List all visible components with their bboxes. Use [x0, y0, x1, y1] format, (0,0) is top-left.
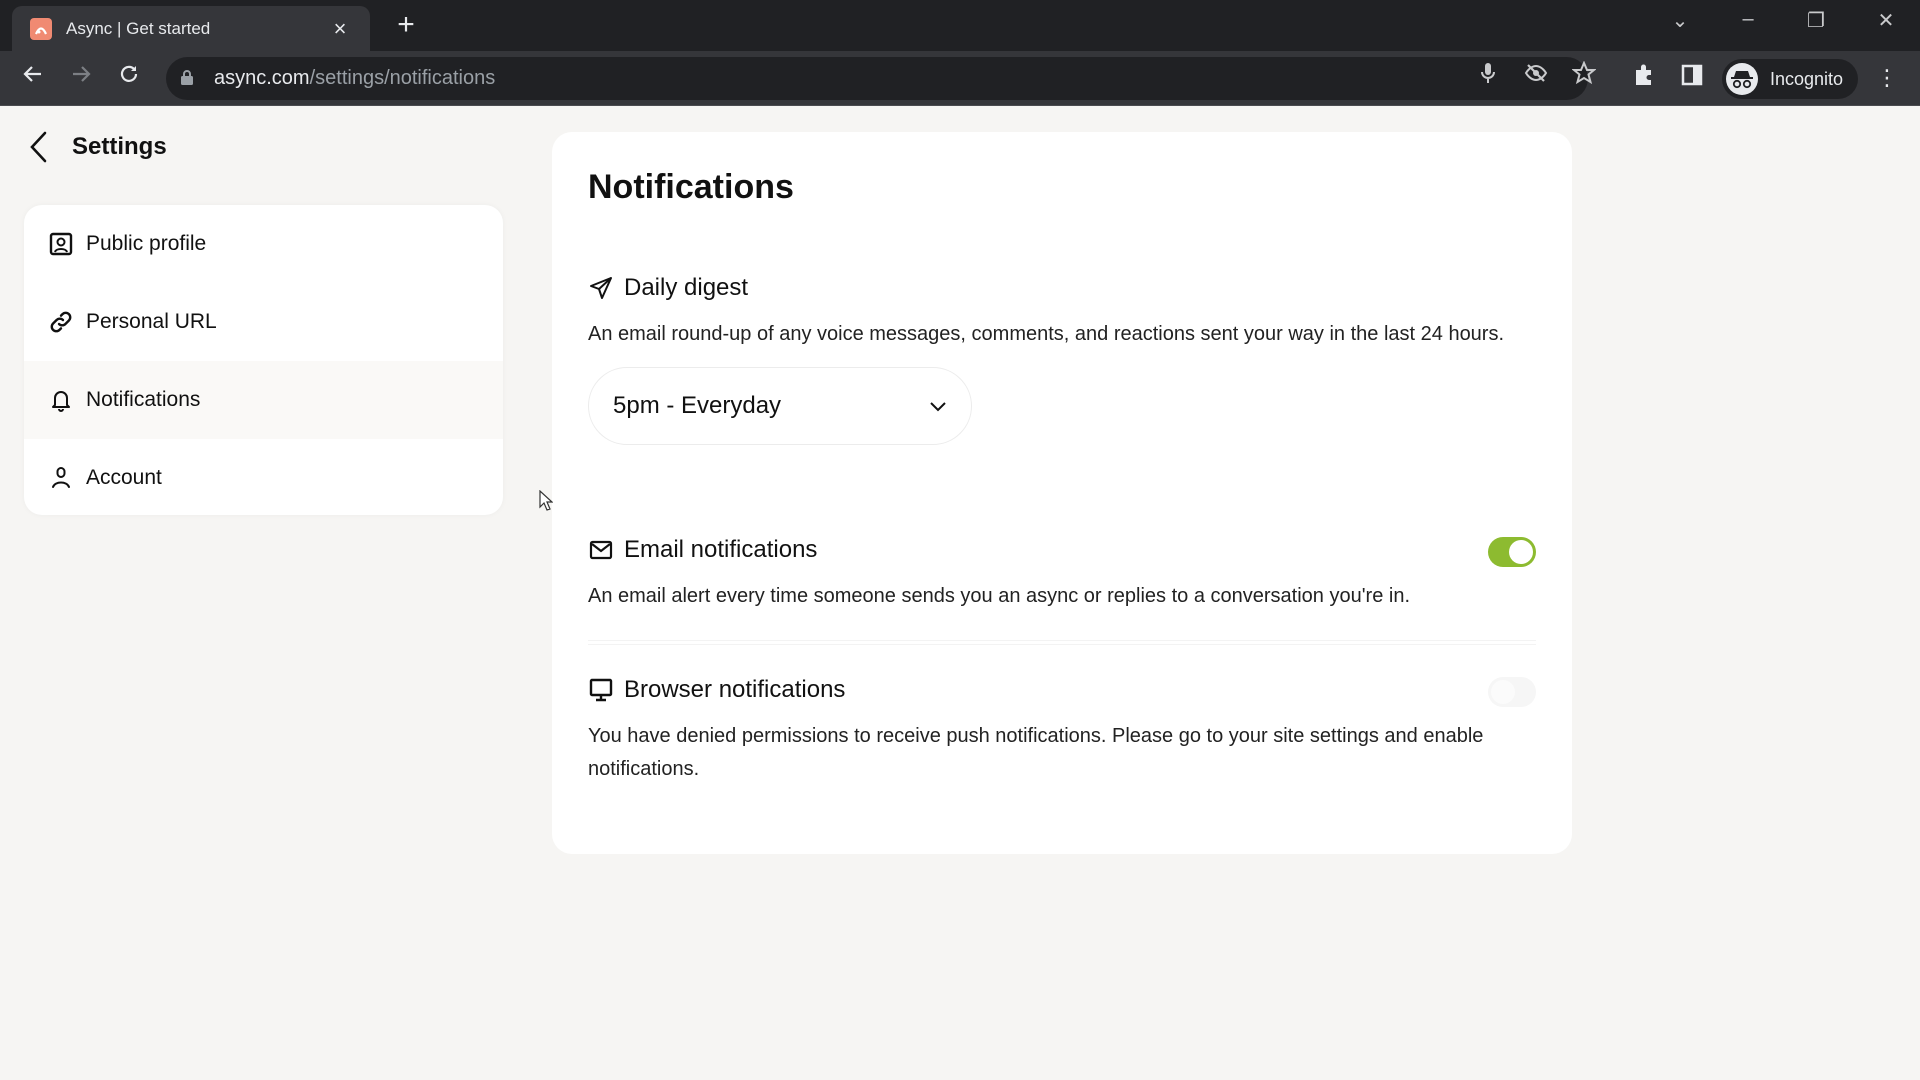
incognito-icon: [1726, 63, 1758, 95]
settings-sidebar: Public profile Personal URL Notification…: [24, 205, 503, 515]
digest-schedule-value: 5pm - Everyday: [613, 392, 782, 419]
browser-notifications-toggle[interactable]: [1488, 677, 1536, 707]
browser-notifications-section: Browser notifications You have denied pe…: [588, 676, 1536, 786]
browser-notifications-description: You have denied permissions to receive p…: [588, 725, 1484, 780]
digest-schedule-select[interactable]: 5pm - Everyday: [588, 367, 972, 445]
sidebar-item-label: Public profile: [86, 232, 207, 255]
browser-toolbar: async.com/settings/notifications Incogni…: [0, 51, 1920, 106]
forward-arrow-icon[interactable]: [64, 63, 98, 93]
send-icon: [588, 275, 614, 301]
profile-label: Incognito: [1770, 68, 1844, 89]
settings-back-link[interactable]: Settings: [28, 128, 167, 166]
url-text: async.com/settings/notifications: [214, 67, 496, 89]
sidebar-item-public-profile[interactable]: Public profile: [24, 205, 503, 283]
tab-search-icon[interactable]: ⌄: [1660, 8, 1700, 33]
sidebar-item-account[interactable]: Account: [24, 439, 503, 515]
profile-button[interactable]: Incognito: [1722, 59, 1858, 99]
back-arrow-icon[interactable]: [16, 63, 50, 93]
sidebar-item-label: Account: [86, 466, 162, 489]
bell-icon: [48, 387, 74, 413]
async-favicon-icon: [30, 17, 52, 40]
eye-off-icon[interactable]: [1522, 61, 1550, 91]
browser-notifications-title: Browser notifications: [624, 676, 846, 703]
microphone-icon[interactable]: [1474, 61, 1502, 91]
window-close-icon[interactable]: ✕: [1866, 8, 1906, 33]
more-menu-icon[interactable]: ⋮: [1876, 63, 1898, 93]
monitor-icon: [588, 677, 614, 703]
toggle-knob: [1509, 540, 1533, 564]
daily-digest-description: An email round-up of any voice messages,…: [588, 323, 1505, 345]
tab-title: Async | Get started: [66, 18, 211, 38]
new-tab-button[interactable]: +: [392, 10, 420, 40]
browser-tab[interactable]: Async | Get started ×: [12, 6, 370, 51]
chevron-down-icon: [929, 392, 947, 420]
sidebar-item-notifications[interactable]: Notifications: [24, 361, 503, 439]
email-notifications-description: An email alert every time someone sends …: [588, 585, 1411, 607]
email-notifications-title: Email notifications: [624, 536, 818, 563]
daily-digest-section: Daily digest An email round-up of any vo…: [588, 274, 1536, 445]
side-panel-icon[interactable]: [1678, 63, 1706, 93]
extensions-icon[interactable]: [1630, 63, 1658, 93]
address-bar[interactable]: async.com/settings/notifications: [166, 57, 1588, 100]
sidebar-item-label: Notifications: [86, 388, 201, 411]
section-divider: [588, 644, 1536, 645]
email-notifications-section: Email notifications An email alert every…: [588, 536, 1536, 613]
sidebar-item-label: Personal URL: [86, 310, 217, 333]
settings-title: Settings: [72, 133, 167, 160]
restore-icon[interactable]: ❐: [1796, 8, 1836, 33]
star-icon[interactable]: [1570, 60, 1598, 91]
page-title: Notifications: [588, 168, 794, 206]
section-divider: [588, 640, 1536, 641]
toggle-knob: [1491, 680, 1515, 704]
sidebar-item-personal-url[interactable]: Personal URL: [24, 283, 503, 361]
mail-icon: [588, 537, 614, 563]
lock-icon[interactable]: [180, 69, 202, 88]
chevron-left-icon[interactable]: [28, 128, 56, 166]
daily-digest-title: Daily digest: [624, 274, 749, 301]
link-icon: [48, 309, 74, 335]
email-notifications-toggle[interactable]: [1488, 537, 1536, 567]
browser-titlebar: Async | Get started × + ⌄ – ❐ ✕: [0, 0, 1920, 51]
user-icon: [48, 465, 74, 491]
tab-close-icon[interactable]: ×: [328, 16, 352, 42]
mouse-cursor-icon: [539, 489, 554, 517]
reload-icon[interactable]: [112, 63, 146, 93]
notifications-panel: Notifications Daily digest An email roun…: [552, 132, 1572, 854]
minimize-icon[interactable]: –: [1728, 8, 1768, 31]
profile-card-icon: [48, 231, 74, 257]
